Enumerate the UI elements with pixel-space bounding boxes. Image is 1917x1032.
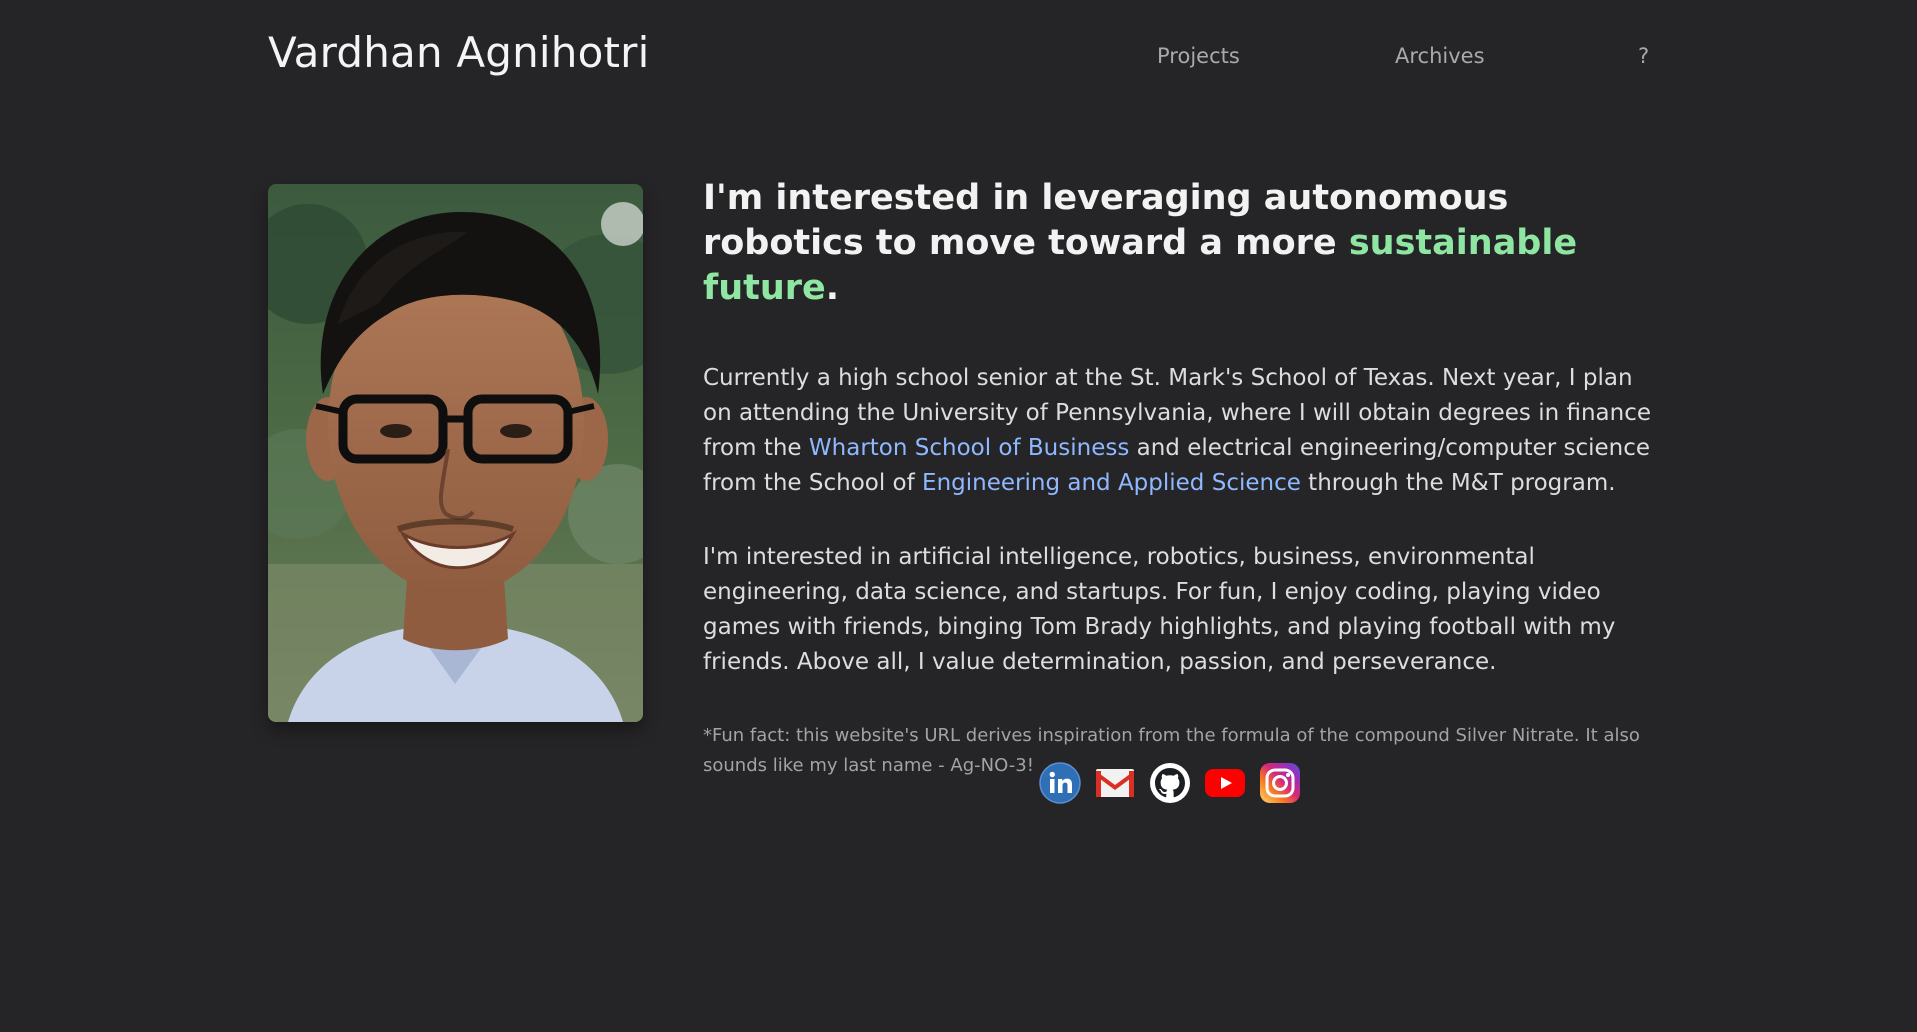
page: Vardhan Agnihotri Projects Archives ? I'… (0, 0, 1917, 1032)
bio-paragraph-education: Currently a high school senior at the St… (703, 361, 1653, 501)
github-icon (1150, 763, 1190, 803)
youtube-icon (1205, 769, 1245, 797)
nav-projects-link[interactable]: Projects (1157, 44, 1240, 68)
github-link[interactable] (1148, 761, 1192, 805)
wharton-link[interactable]: Wharton School of Business (809, 435, 1129, 461)
bio-section: I'm interested in leveraging autonomous … (703, 176, 1653, 781)
seas-link[interactable]: Engineering and Applied Science (922, 470, 1301, 496)
profile-photo (268, 184, 643, 722)
linkedin-icon (1039, 762, 1081, 804)
nav-archives-link[interactable]: Archives (1395, 44, 1485, 68)
headline: I'm interested in leveraging autonomous … (703, 176, 1653, 311)
nav-help-link[interactable]: ? (1638, 44, 1649, 68)
linkedin-link[interactable] (1038, 761, 1082, 805)
gmail-link[interactable] (1093, 761, 1137, 805)
social-links (1038, 760, 1313, 806)
bio-paragraph-interests: I'm interested in artificial intelligenc… (703, 544, 1616, 675)
headline-end: . (825, 268, 840, 308)
instagram-icon (1260, 763, 1300, 803)
instagram-link[interactable] (1258, 761, 1302, 805)
youtube-link[interactable] (1203, 761, 1247, 805)
gmail-icon (1096, 769, 1134, 797)
bio-text: through the M&T program. (1300, 470, 1616, 496)
portrait-image (268, 184, 643, 722)
site-title[interactable]: Vardhan Agnihotri (268, 28, 650, 77)
